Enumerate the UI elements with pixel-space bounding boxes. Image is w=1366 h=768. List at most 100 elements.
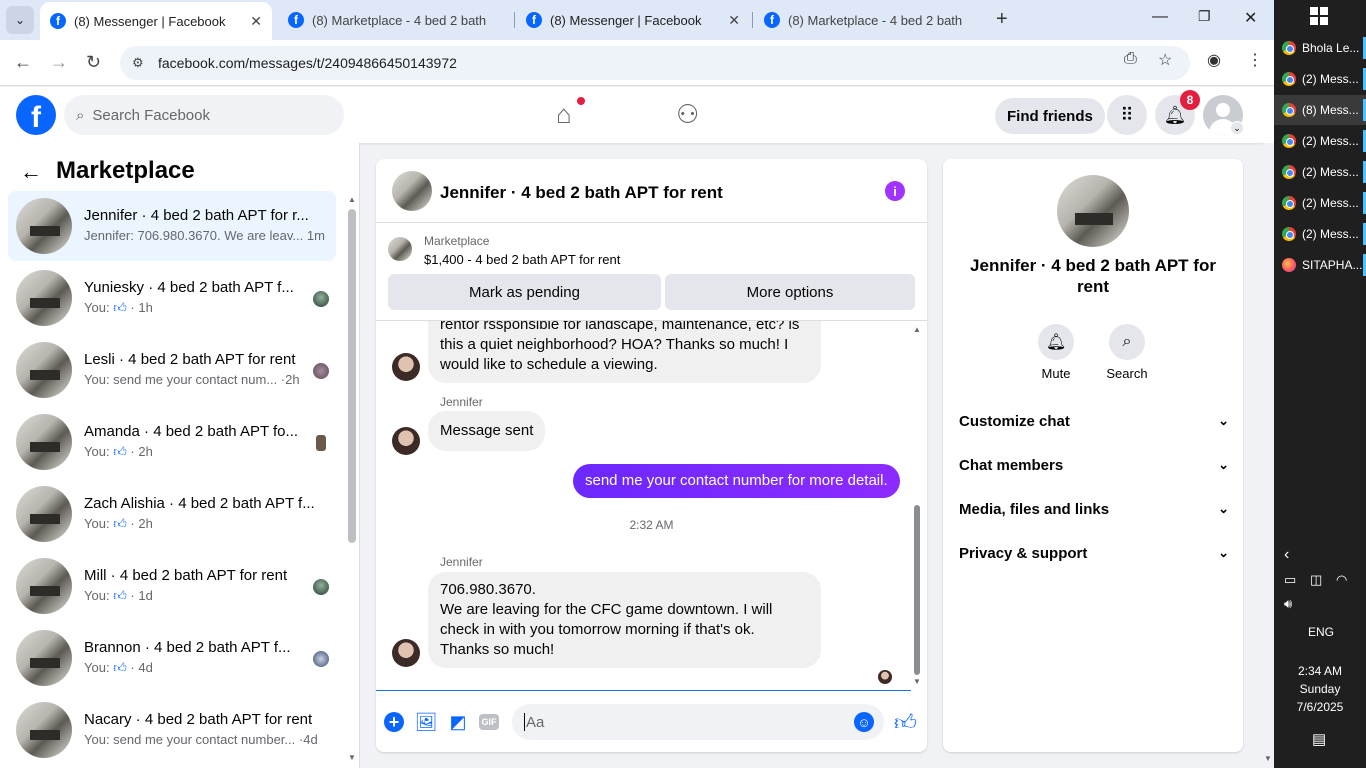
listing-thumbnail <box>388 237 412 261</box>
browser-tab-2[interactable]: f (8) Marketplace - 4 bed 2 bath <box>278 0 510 40</box>
customize-chat-section[interactable]: Customize chat ⌄ <box>959 403 1229 439</box>
browser-tab-1[interactable]: f (8) Messenger | Facebook ✕ <box>40 2 272 40</box>
taskbar-item[interactable]: (2) Mess... <box>1274 64 1366 94</box>
conversation-item[interactable]: Zach Alishia · 4 bed 2 bath APT f... You… <box>8 479 336 549</box>
conversation-item[interactable]: Yuniesky · 4 bed 2 bath APT f... You: 👍︎… <box>8 263 336 333</box>
chat-panel: Jennifer · 4 bed 2 bath APT for rent i M… <box>376 159 927 752</box>
message-placeholder: Aa <box>526 713 545 731</box>
install-app-icon[interactable]: ⎙ <box>1124 50 1137 68</box>
info-icon[interactable]: i <box>885 181 905 201</box>
browser-tab-3[interactable]: f (8) Messenger | Facebook ✕ <box>516 0 750 40</box>
mute-button[interactable]: 🔔︎ Mute <box>1026 324 1086 381</box>
conversation-item[interactable]: Nacary · 4 bed 2 bath APT for rent You: … <box>8 695 336 765</box>
privacy-support-section[interactable]: Privacy & support ⌄ <box>959 535 1229 571</box>
sticker-icon[interactable]: ◩ <box>447 711 469 733</box>
media-files-links-section[interactable]: Media, files and links ⌄ <box>959 491 1229 527</box>
conversation-item[interactable]: Lesli · 4 bed 2 bath APT for rent You: s… <box>8 335 336 405</box>
chat-scrollbar[interactable] <box>914 505 920 675</box>
search-icon: ⌕ <box>76 106 85 124</box>
message-input[interactable]: Aa <box>512 704 884 740</box>
wifi-icon[interactable]: ◠ <box>1336 572 1347 588</box>
photo-icon[interactable]: 🖼︎ <box>415 711 438 733</box>
reload-icon[interactable]: ↻ <box>86 52 101 73</box>
conversation-name: Amanda · 4 bed 2 bath APT fo... <box>84 423 299 440</box>
browser-tab-4[interactable]: f (8) Marketplace - 4 bed 2 bath <box>754 0 986 40</box>
sender-avatar[interactable] <box>392 639 420 667</box>
sender-avatar[interactable] <box>392 353 420 381</box>
conversation-info-panel: Jennifer · 4 bed 2 bath APT for rent 🔔︎ … <box>943 159 1243 752</box>
notification-center-icon[interactable]: ▤ <box>1312 730 1326 748</box>
forward-arrow-icon[interactable]: → <box>50 52 68 73</box>
conversation-item[interactable]: Jennifer · 4 bed 2 bath APT for r... Jen… <box>8 191 336 261</box>
facebook-search-input[interactable]: ⌕ Search Facebook <box>64 95 344 135</box>
bookmark-star-icon[interactable]: ☆ <box>1158 50 1172 70</box>
scroll-up-arrow-icon[interactable]: ▲ <box>348 195 356 204</box>
conversation-item[interactable]: Brannon · 4 bed 2 bath APT f... You: 👍︎ … <box>8 623 336 693</box>
scroll-down-arrow-icon[interactable]: ▼ <box>348 753 356 762</box>
listing-thumbnail <box>16 270 72 326</box>
taskbar-item[interactable]: (2) Mess... <box>1274 126 1366 156</box>
taskbar-item[interactable]: (2) Mess... <box>1274 157 1366 187</box>
conversation-name: Jennifer · 4 bed 2 bath APT for r... <box>84 207 309 224</box>
find-friends-button[interactable]: Find friends <box>995 98 1105 134</box>
restore-button[interactable]: ❐ <box>1198 8 1211 25</box>
chevron-down-icon: ⌄ <box>1218 545 1229 560</box>
taskbar-item[interactable]: (2) Mess... <box>1274 188 1366 218</box>
taskbar-item[interactable]: (2) Mess... <box>1274 219 1366 249</box>
conversation-item[interactable]: Amanda · 4 bed 2 bath APT fo... You: 👍︎ … <box>8 407 336 477</box>
battery-icon[interactable]: ▭ <box>1284 572 1296 588</box>
chevron-left-icon[interactable]: ‹ <box>1284 546 1289 564</box>
mute-label: Mute <box>1041 366 1071 381</box>
plus-icon[interactable]: + <box>384 712 404 732</box>
incoming-message: 706.980.3670. We are leaving for the CFC… <box>428 572 821 668</box>
language-indicator[interactable]: ENG <box>1308 625 1334 639</box>
taskbar-item-active[interactable]: (8) Mess... <box>1274 95 1366 125</box>
groups-icon[interactable]: ⚇ <box>676 99 699 130</box>
tab-title: (8) Messenger | Facebook <box>74 13 226 29</box>
mark-as-pending-button[interactable]: Mark as pending <box>388 274 661 310</box>
system-clock[interactable]: 2:34 AM Sunday 7/6/2025 <box>1274 662 1366 716</box>
minimize-button[interactable]: — <box>1152 8 1168 26</box>
chat-title[interactable]: Jennifer · 4 bed 2 bath APT for rent <box>440 183 723 203</box>
profile-icon[interactable]: ◉ <box>1207 50 1221 70</box>
listing-thumbnail <box>16 198 72 254</box>
scroll-down-arrow-icon[interactable]: ▼ <box>913 677 921 686</box>
gif-icon[interactable]: GIF <box>479 714 499 730</box>
tab-close-icon[interactable]: ✕ <box>250 13 262 30</box>
chat-thumbnail[interactable] <box>392 171 432 211</box>
browser-menu-icon[interactable]: ⋮ <box>1247 50 1263 70</box>
scroll-down-arrow-icon[interactable]: ▼ <box>1264 754 1272 763</box>
facebook-logo[interactable]: f <box>16 95 56 135</box>
volume-icon[interactable]: 🔊︎ <box>1284 596 1292 612</box>
scroll-up-arrow-icon[interactable]: ▲ <box>913 325 921 334</box>
close-window-button[interactable]: ✕ <box>1244 8 1257 28</box>
home-icon[interactable]: ⌂ <box>556 99 572 130</box>
sidebar-scrollbar[interactable] <box>348 209 356 543</box>
listing-title[interactable]: $1,400 - 4 bed 2 bath APT for rent <box>424 252 620 267</box>
seen-avatar <box>316 435 326 451</box>
chat-members-section[interactable]: Chat members ⌄ <box>959 447 1229 483</box>
tab-close-icon[interactable]: ✕ <box>728 12 740 29</box>
site-settings-icon[interactable]: ⚙ <box>132 55 150 71</box>
listing-thumbnail[interactable] <box>1057 175 1129 247</box>
taskbar-item[interactable]: SITAPHA... <box>1274 250 1366 280</box>
conversation-item[interactable]: Mill · 4 bed 2 bath APT for rent You: 👍︎… <box>8 551 336 621</box>
search-button[interactable]: ⌕ Search <box>1097 324 1157 381</box>
tab-title: (8) Marketplace - 4 bed 2 bath <box>312 12 487 28</box>
tab-search-button[interactable]: ⌄ <box>6 6 34 34</box>
more-options-button[interactable]: More options <box>665 274 915 310</box>
back-arrow-icon[interactable]: ← <box>20 159 42 185</box>
emoji-icon[interactable]: ☺ <box>854 712 874 732</box>
page-scrollbar[interactable] <box>1263 143 1274 768</box>
thumbs-up-icon[interactable]: 👍︎ <box>894 709 917 736</box>
camera-icon[interactable]: ◫ <box>1310 572 1322 588</box>
windows-start-icon[interactable] <box>1310 7 1328 25</box>
back-arrow-icon[interactable]: ← <box>14 52 32 73</box>
address-bar[interactable]: ⚙ facebook.com/messages/t/24094866450143… <box>120 46 1190 80</box>
menu-grid-button[interactable]: ⠿ <box>1107 95 1147 135</box>
taskbar-item[interactable]: Bhola Le... <box>1274 33 1366 63</box>
new-tab-button[interactable]: + <box>996 8 1008 31</box>
chevron-down-icon[interactable]: ⌄ <box>1230 121 1244 135</box>
chrome-icon <box>1282 41 1296 55</box>
sender-avatar[interactable] <box>392 427 420 455</box>
